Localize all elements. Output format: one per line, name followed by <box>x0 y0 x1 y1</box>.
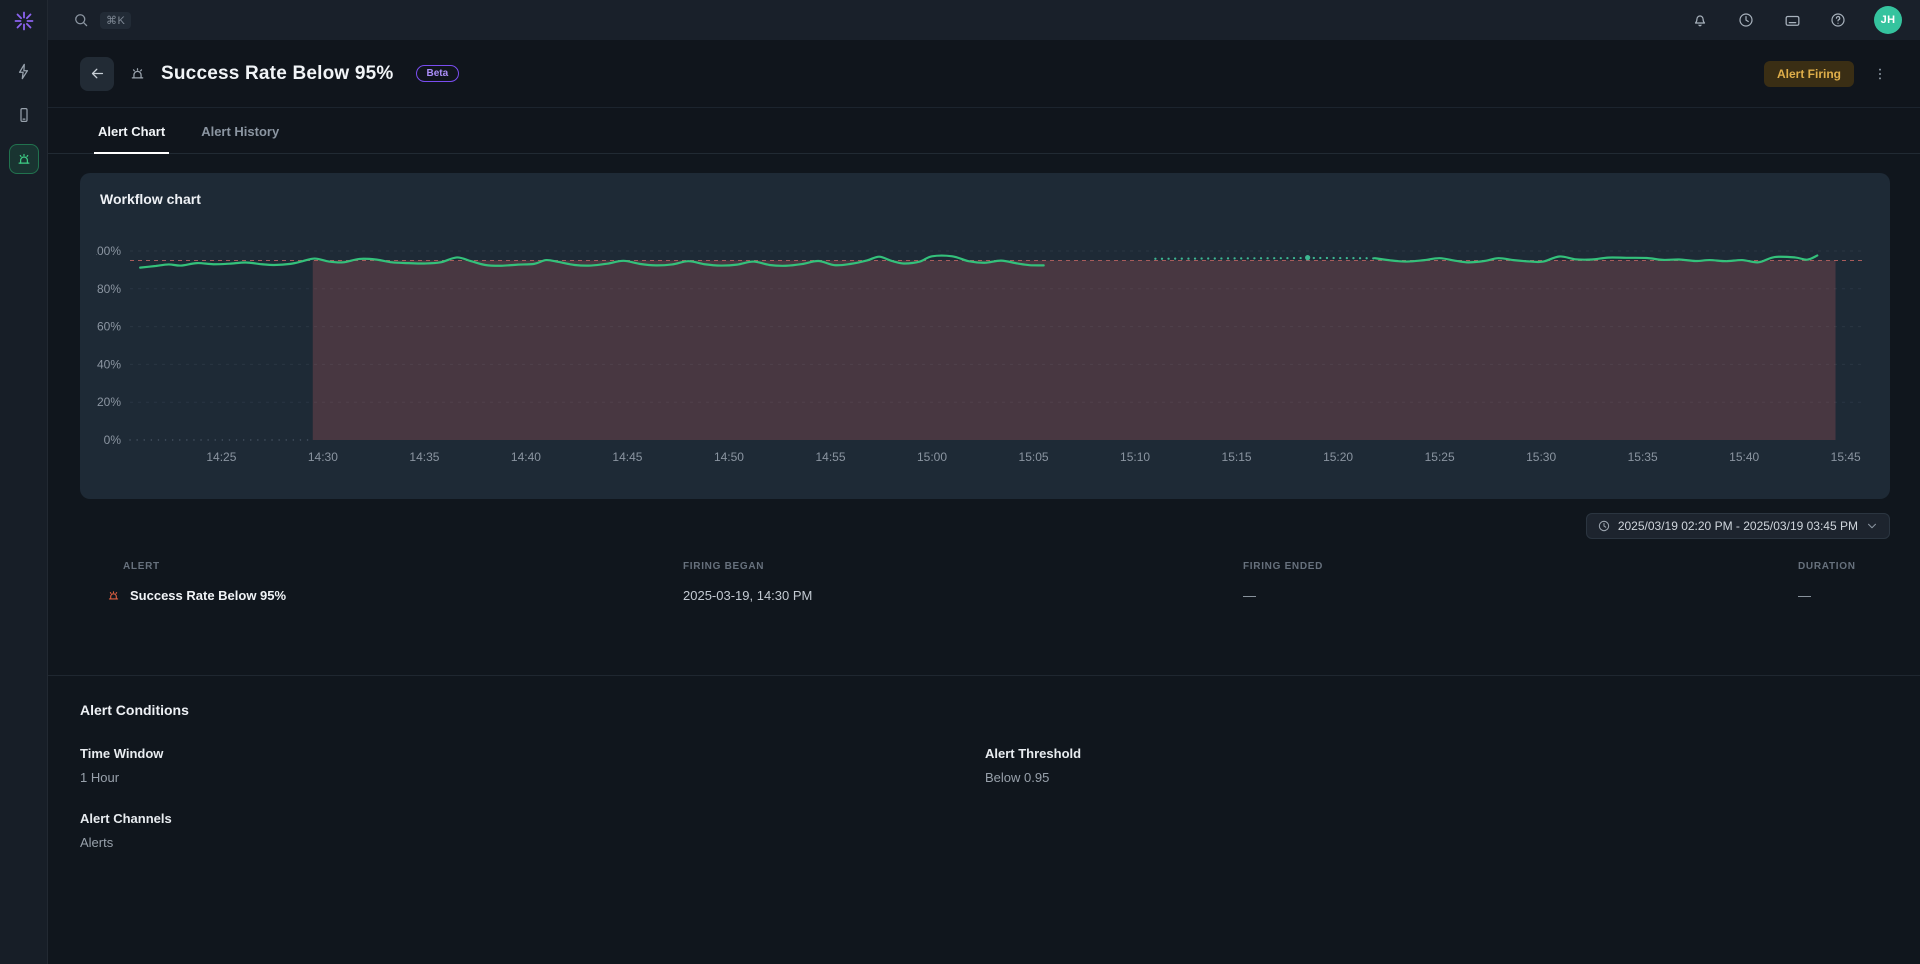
history-button[interactable] <box>1736 10 1756 30</box>
duration-value: — <box>1798 588 1890 603</box>
svg-text:15:00: 15:00 <box>917 450 947 464</box>
alert-table-row[interactable]: Success Rate Below 95% 2025-03-19, 14:30… <box>106 588 1890 603</box>
content: Workflow chart 0% 20% 40% 60% 80% 100% 14:25 14… <box>48 154 1920 964</box>
firing-began-value: 2025-03-19, 14:30 PM <box>683 588 1243 603</box>
column-header-firing-ended: FIRING ENDED <box>1243 553 1798 580</box>
sidebar <box>0 0 48 964</box>
svg-text:14:40: 14:40 <box>511 450 541 464</box>
svg-text:0%: 0% <box>104 433 122 447</box>
alert-threshold-value: Below 0.95 <box>985 770 1890 785</box>
svg-text:14:35: 14:35 <box>409 450 439 464</box>
condition-alert-channels: Alert Channels Alerts <box>80 811 985 850</box>
tabs: Alert Chart Alert History <box>48 108 1920 154</box>
user-avatar[interactable]: JH <box>1874 6 1902 34</box>
firing-alarm-icon <box>106 588 121 603</box>
page-header: Success Rate Below 95% Beta Alert Firing <box>48 40 1920 108</box>
svg-text:15:30: 15:30 <box>1526 450 1556 464</box>
app: ⌘K JH <box>0 0 1920 964</box>
svg-text:14:50: 14:50 <box>714 450 744 464</box>
alerts-table-header: ALERT FIRING BEGAN FIRING ENDED DURATION <box>106 553 1890 580</box>
tab-alert-history[interactable]: Alert History <box>197 108 283 154</box>
svg-text:15:25: 15:25 <box>1425 450 1455 464</box>
alert-firing-status-button[interactable]: Alert Firing <box>1764 61 1854 87</box>
column-header-firing-began: FIRING BEGAN <box>683 553 1243 580</box>
more-options-button[interactable] <box>1870 64 1890 84</box>
svg-text:20%: 20% <box>97 395 121 409</box>
alert-threshold-label: Alert Threshold <box>985 746 1890 761</box>
svg-text:14:45: 14:45 <box>612 450 642 464</box>
workflow-chart-panel: Workflow chart 0% 20% 40% 60% 80% 100% 14:25 14… <box>80 173 1890 499</box>
tab-alert-chart[interactable]: Alert Chart <box>94 108 169 154</box>
condition-alert-threshold: Alert Threshold Below 0.95 <box>985 746 1890 785</box>
svg-text:15:40: 15:40 <box>1729 450 1759 464</box>
search-button[interactable]: ⌘K <box>72 11 131 29</box>
alert-type-alarm-icon <box>128 64 147 83</box>
date-range-value: 2025/03/19 02:20 PM - 2025/03/19 03:45 P… <box>1618 519 1858 533</box>
chevron-down-icon <box>1865 519 1879 533</box>
svg-text:14:25: 14:25 <box>206 450 236 464</box>
workflow-chart[interactable]: 0% 20% 40% 60% 80% 100% 14:25 14:30 14:35 14:40 14… <box>96 223 1874 491</box>
column-header-alert: ALERT <box>106 553 683 580</box>
sidebar-item-apps[interactable] <box>9 100 39 130</box>
alert-conditions-section: Alert Conditions Time Window 1 Hour Aler… <box>48 676 1920 850</box>
arrow-left-icon <box>89 65 106 82</box>
chart-title: Workflow chart <box>100 191 1874 207</box>
beta-badge: Beta <box>416 65 460 82</box>
svg-text:15:15: 15:15 <box>1222 450 1252 464</box>
svg-text:15:20: 15:20 <box>1323 450 1353 464</box>
svg-text:15:45: 15:45 <box>1831 450 1861 464</box>
conditions-heading: Alert Conditions <box>80 702 1890 718</box>
help-icon <box>1829 11 1847 29</box>
svg-text:100%: 100% <box>96 244 121 258</box>
alert-name: Success Rate Below 95% <box>130 588 286 603</box>
svg-text:15:35: 15:35 <box>1628 450 1658 464</box>
sidebar-item-functions[interactable] <box>9 56 39 86</box>
alert-channels-value: Alerts <box>80 835 985 850</box>
bolt-icon <box>14 62 33 81</box>
time-window-value: 1 Hour <box>80 770 985 785</box>
svg-text:14:55: 14:55 <box>815 450 845 464</box>
date-range-picker[interactable]: 2025/03/19 02:20 PM - 2025/03/19 03:45 P… <box>1586 513 1890 539</box>
svg-text:15:05: 15:05 <box>1019 450 1049 464</box>
page-header-actions: Alert Firing <box>1764 61 1890 87</box>
condition-time-window: Time Window 1 Hour <box>80 746 985 785</box>
clock-icon <box>1597 519 1611 533</box>
alert-channels-label: Alert Channels <box>80 811 985 826</box>
firing-ended-value: — <box>1243 588 1798 603</box>
main: ⌘K JH <box>48 0 1920 964</box>
time-window-label: Time Window <box>80 746 985 761</box>
svg-text:40%: 40% <box>97 357 121 371</box>
bell-icon <box>1691 11 1709 29</box>
clock-icon <box>1737 11 1755 29</box>
kebab-icon <box>1872 66 1888 82</box>
search-icon <box>72 11 90 29</box>
conditions-grid: Time Window 1 Hour Alert Threshold Below… <box>80 746 1890 850</box>
svg-text:60%: 60% <box>97 320 121 334</box>
device-icon <box>15 106 33 124</box>
sidebar-nav <box>9 56 39 174</box>
search-shortcut-badge: ⌘K <box>100 12 131 29</box>
svg-text:14:30: 14:30 <box>308 450 338 464</box>
back-button[interactable] <box>80 57 114 91</box>
notifications-button[interactable] <box>1690 10 1710 30</box>
topbar: ⌘K JH <box>48 0 1920 40</box>
svg-text:15:10: 15:10 <box>1120 450 1150 464</box>
topbar-actions: JH <box>1690 6 1902 34</box>
alarm-icon <box>15 150 33 168</box>
brand-logo-icon[interactable] <box>11 8 37 34</box>
keyboard-shortcuts-button[interactable] <box>1782 10 1802 30</box>
help-button[interactable] <box>1828 10 1848 30</box>
range-row: 2025/03/19 02:20 PM - 2025/03/19 03:45 P… <box>80 513 1890 539</box>
sidebar-item-alerts[interactable] <box>9 144 39 174</box>
keyboard-icon <box>1783 11 1802 30</box>
page-title: Success Rate Below 95% <box>161 63 394 85</box>
alerts-table: ALERT FIRING BEGAN FIRING ENDED DURATION… <box>106 553 1890 603</box>
column-header-duration: DURATION <box>1798 553 1890 580</box>
svg-text:80%: 80% <box>97 282 121 296</box>
